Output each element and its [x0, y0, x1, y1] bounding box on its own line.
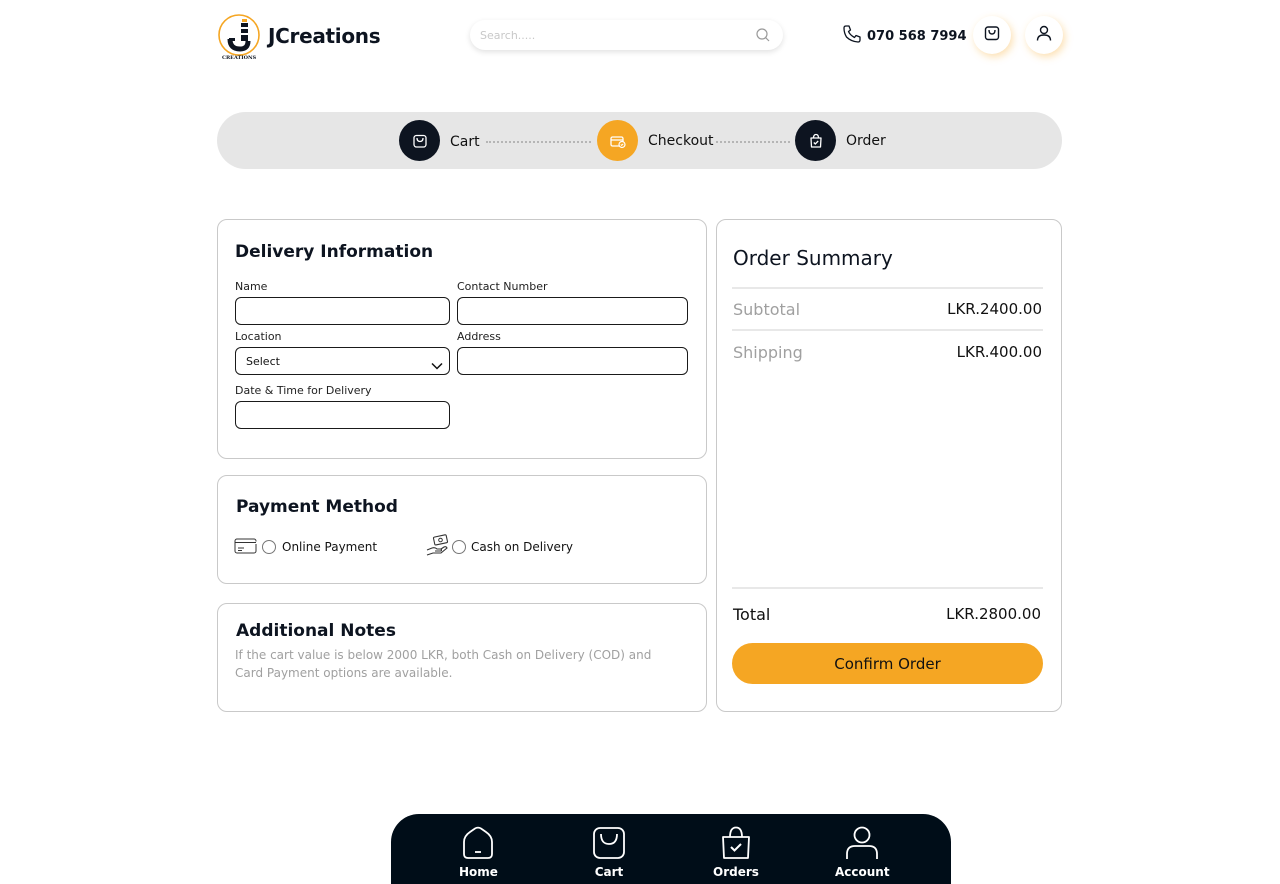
- cart-icon: [983, 24, 1001, 46]
- user-icon: [1035, 24, 1053, 46]
- address-label: Address: [457, 330, 501, 343]
- cash-on-delivery-radio[interactable]: [452, 540, 466, 554]
- phone-contact[interactable]: 070 568 7994: [842, 25, 967, 47]
- search-bar[interactable]: [470, 20, 783, 50]
- shipping-label: Shipping: [733, 343, 803, 362]
- step-checkout-label[interactable]: Checkout: [648, 133, 714, 149]
- delivery-title: Delivery Information: [235, 242, 434, 262]
- nav-cart[interactable]: Cart: [591, 826, 627, 879]
- credit-card-icon: [234, 536, 258, 560]
- datetime-field[interactable]: [235, 401, 450, 429]
- brand-logo[interactable]: CREATIONS: [218, 11, 262, 63]
- user-icon: [844, 826, 880, 864]
- notes-line-1: If the cart value is below 2000 LKR, bot…: [235, 648, 652, 662]
- phone-icon: [842, 24, 862, 48]
- location-selected-value: Select: [246, 355, 280, 368]
- step-cart-icon[interactable]: [399, 120, 440, 161]
- divider: [732, 329, 1043, 331]
- location-select[interactable]: Select: [235, 347, 450, 375]
- contact-field[interactable]: [457, 297, 688, 325]
- bottom-navigation: Home Cart Orders Account: [391, 814, 951, 884]
- step-checkout-icon[interactable]: [597, 120, 638, 161]
- nav-orders[interactable]: Orders: [713, 826, 759, 879]
- subtotal-value: LKR.2400.00: [947, 300, 1042, 318]
- nav-home[interactable]: Home: [459, 826, 498, 879]
- chevron-down-icon: [431, 356, 443, 375]
- bag-icon: [591, 826, 627, 864]
- cart-button[interactable]: [973, 16, 1011, 54]
- datetime-input[interactable]: [236, 402, 449, 428]
- divider: [732, 587, 1043, 589]
- home-icon: [460, 826, 496, 864]
- online-payment-radio[interactable]: [262, 540, 276, 554]
- address-field[interactable]: [457, 347, 688, 375]
- subtotal-label: Subtotal: [733, 300, 801, 319]
- cash-on-delivery-label[interactable]: Cash on Delivery: [471, 540, 573, 554]
- address-input[interactable]: [458, 348, 687, 374]
- step-connector: [716, 141, 790, 143]
- orders-bag-icon: [718, 826, 754, 864]
- nav-account[interactable]: Account: [835, 826, 890, 879]
- online-payment-label[interactable]: Online Payment: [282, 540, 377, 554]
- nav-orders-label: Orders: [713, 865, 759, 879]
- payment-card: [217, 475, 707, 584]
- nav-home-label: Home: [459, 865, 498, 879]
- payment-title: Payment Method: [236, 497, 398, 517]
- step-order-label[interactable]: Order: [846, 133, 886, 149]
- search-input[interactable]: [480, 25, 750, 45]
- cash-hand-icon: [425, 534, 449, 562]
- logo-text: CREATIONS: [222, 55, 257, 61]
- step-cart-label[interactable]: Cart: [450, 134, 480, 150]
- datetime-label: Date & Time for Delivery: [235, 384, 372, 397]
- name-field[interactable]: [235, 297, 450, 325]
- search-icon[interactable]: [755, 27, 771, 43]
- account-button[interactable]: [1025, 16, 1063, 54]
- notes-line-2: Card Payment options are available.: [235, 666, 453, 680]
- order-summary-card: [716, 219, 1062, 712]
- nav-cart-label: Cart: [594, 865, 624, 879]
- location-label: Location: [235, 330, 282, 343]
- notes-title: Additional Notes: [236, 621, 396, 641]
- phone-number: 070 568 7994: [867, 28, 967, 44]
- contact-label: Contact Number: [457, 280, 548, 293]
- checkout-stepper: [217, 112, 1062, 169]
- nav-account-label: Account: [835, 865, 890, 879]
- total-label: Total: [733, 605, 771, 624]
- name-label: Name: [235, 280, 268, 293]
- confirm-order-button[interactable]: Confirm Order: [732, 643, 1043, 684]
- step-order-icon[interactable]: [795, 120, 836, 161]
- brand-name[interactable]: JCreations: [268, 24, 381, 48]
- divider: [732, 287, 1043, 289]
- contact-input[interactable]: [458, 298, 687, 324]
- name-input[interactable]: [236, 298, 449, 324]
- step-connector: [486, 141, 591, 143]
- shipping-value: LKR.400.00: [956, 343, 1042, 361]
- total-value: LKR.2800.00: [946, 605, 1041, 623]
- order-summary-title: Order Summary: [733, 246, 893, 270]
